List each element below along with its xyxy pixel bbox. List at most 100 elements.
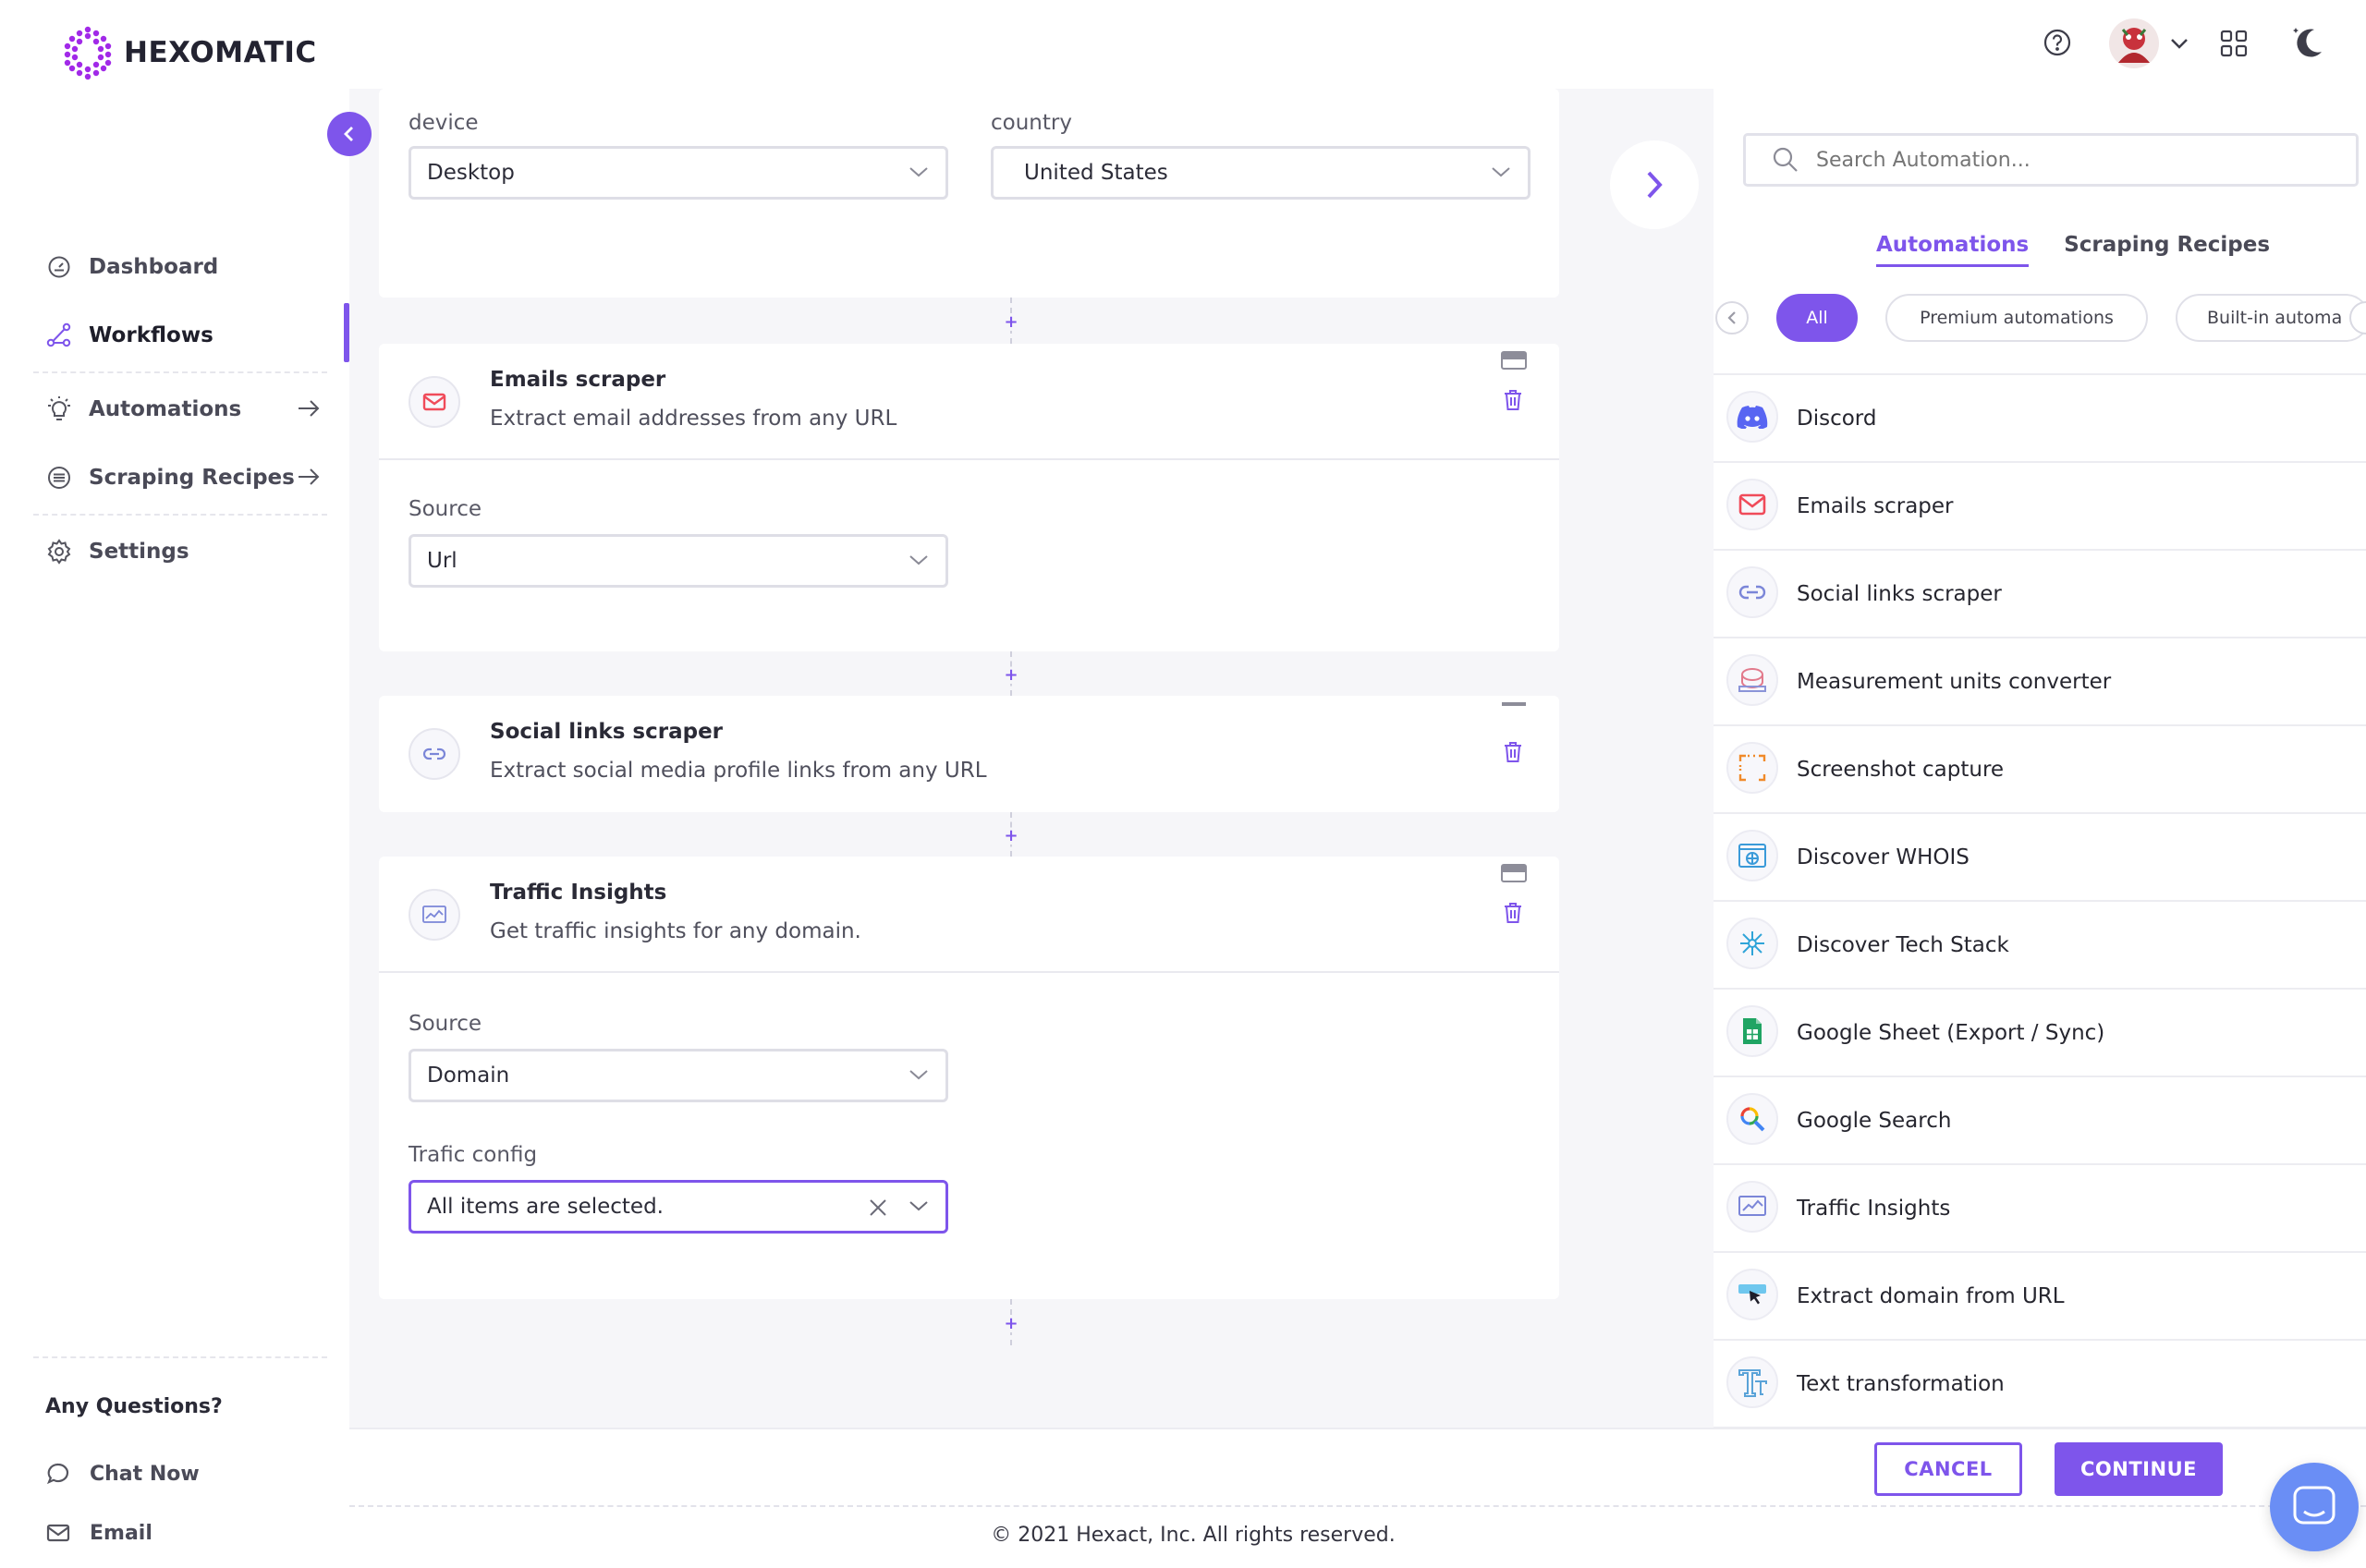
list-item[interactable]: Text transformation (1714, 1341, 2366, 1428)
avatar[interactable] (2109, 18, 2159, 68)
list-item-label: Text transformation (1797, 1371, 2005, 1396)
minimize-icon[interactable] (1501, 701, 1527, 707)
lightbulb-icon (46, 396, 72, 422)
device-select[interactable]: Desktop (409, 146, 948, 200)
emails-scraper-header: Emails scraper Extract email addresses f… (379, 344, 1559, 460)
list-item[interactable]: Social links scraper (1714, 551, 2366, 638)
sidebar-item-label: Dashboard (89, 255, 219, 279)
sidebar-nav: Dashboard Workflows Automations Scraping… (33, 233, 327, 586)
minimize-icon[interactable] (1501, 351, 1527, 370)
clear-icon[interactable] (868, 1197, 888, 1218)
list-item[interactable]: Extract domain from URL (1714, 1253, 2366, 1341)
google-search-icon (1726, 1093, 1778, 1145)
list-item[interactable]: Google Sheet (Export / Sync) (1714, 990, 2366, 1077)
tab-scraping-recipes[interactable]: Scraping Recipes (2064, 233, 2270, 267)
traffic-chart-icon (409, 889, 460, 941)
list-item-label: Discord (1797, 406, 1877, 431)
continue-button[interactable]: CONTINUE (2055, 1442, 2223, 1496)
chips-scroll-left-button[interactable] (1715, 301, 1749, 334)
top-bar (349, 0, 2366, 89)
country-select[interactable]: United States (991, 146, 1531, 200)
chat-now-link[interactable]: Chat Now (45, 1444, 327, 1503)
dark-mode-icon[interactable] (2287, 22, 2327, 63)
list-item-label: Screenshot capture (1797, 757, 2005, 782)
chip-premium-automations[interactable]: Premium automations (1885, 294, 2148, 342)
chevron-left-icon (1727, 311, 1736, 324)
filter-chips: All Premium automations Built-in automa (1714, 292, 2366, 344)
dashboard-icon (46, 254, 72, 280)
country-label: country (991, 111, 1072, 135)
help-icon[interactable] (2043, 28, 2072, 57)
nav-divider (33, 514, 327, 516)
list-item[interactable]: Measurement units converter (1714, 638, 2366, 726)
list-item[interactable]: Emails scraper (1714, 463, 2366, 551)
traffic-chart-icon (1726, 1181, 1778, 1233)
trash-icon[interactable] (1503, 740, 1523, 764)
list-item[interactable]: Screenshot capture (1714, 726, 2366, 814)
chevron-down-icon (1492, 167, 1510, 177)
chevron-left-icon (344, 127, 353, 141)
nav-divider (33, 371, 327, 373)
hexomatic-logo[interactable]: HEXOMATIC (59, 24, 317, 81)
traffic-insights-desc: Get traffic insights for any domain. (490, 919, 861, 943)
add-step-button[interactable]: + (1003, 314, 1019, 331)
footer: © 2021 Hexact, Inc. All rights reserved. (349, 1505, 2366, 1568)
chat-now-label: Chat Now (90, 1462, 200, 1486)
add-step-button[interactable]: + (1003, 667, 1019, 684)
chip-built-in-automations[interactable]: Built-in automa (2176, 294, 2366, 342)
settings-card: device Desktop country United States (379, 89, 1559, 298)
sidebar-item-settings[interactable]: Settings (33, 517, 327, 586)
traffic-insights-header: Traffic Insights Get traffic insights fo… (379, 857, 1559, 973)
cancel-button[interactable]: CANCEL (1874, 1442, 2022, 1496)
trash-icon[interactable] (1503, 901, 1523, 925)
chip-all[interactable]: All (1776, 294, 1858, 342)
sidebar-item-workflows[interactable]: Workflows (33, 301, 327, 370)
list-item[interactable]: Google Search (1714, 1077, 2366, 1165)
list-item[interactable]: Discover WHOIS (1714, 814, 2366, 902)
list-item-label: Discover WHOIS (1797, 845, 1970, 869)
measuring-tape-icon (1726, 654, 1778, 706)
automation-list: Discord Emails scraper Social links scra… (1714, 373, 2366, 1428)
apps-grid-icon[interactable] (2220, 30, 2248, 57)
device-value: Desktop (427, 161, 515, 185)
chevron-down-icon[interactable] (2170, 37, 2189, 50)
source-select[interactable]: Url (409, 534, 948, 588)
device-label: device (409, 111, 479, 135)
collapse-sidebar-button[interactable] (327, 112, 372, 156)
list-item-label: Social links scraper (1797, 581, 2002, 606)
list-item[interactable]: Traffic Insights (1714, 1165, 2366, 1253)
next-step-button[interactable] (1610, 140, 1699, 229)
social-links-title: Social links scraper (490, 720, 724, 744)
tab-automations[interactable]: Automations (1876, 233, 2030, 267)
search-automation-input[interactable] (1816, 148, 2315, 172)
sidebar-item-scraping-recipes[interactable]: Scraping Recipes (33, 444, 327, 512)
sidebar-item-dashboard[interactable]: Dashboard (33, 233, 327, 301)
workflows-icon (46, 322, 72, 348)
chevron-down-icon (909, 555, 928, 565)
sidebar-item-label: Automations (89, 397, 242, 421)
social-links-header: Social links scraper Extract social medi… (379, 696, 1559, 812)
social-links-card: Social links scraper Extract social medi… (379, 696, 1559, 812)
email-link[interactable]: Email (45, 1503, 327, 1562)
list-item-label: Google Search (1797, 1108, 1952, 1133)
chevron-down-icon (909, 167, 928, 177)
minimize-icon[interactable] (1501, 864, 1527, 882)
sidebar-item-automations[interactable]: Automations (33, 375, 327, 444)
whois-icon (1726, 830, 1778, 881)
source-select[interactable]: Domain (409, 1049, 948, 1102)
discord-icon (1726, 391, 1778, 443)
list-item[interactable]: Discover Tech Stack (1714, 902, 2366, 990)
gear-icon (46, 539, 72, 565)
brand-name: HEXOMATIC (124, 36, 317, 69)
add-step-button[interactable]: + (1003, 828, 1019, 845)
arrow-right-icon (299, 468, 320, 485)
trash-icon[interactable] (1503, 388, 1523, 412)
chat-widget-button[interactable] (2270, 1463, 2359, 1551)
copyright-text: © 2021 Hexact, Inc. All rights reserved. (991, 1524, 1396, 1547)
list-item[interactable]: Discord (1714, 375, 2366, 463)
search-automation-field[interactable] (1743, 133, 2359, 187)
add-step-button[interactable]: + (1003, 1316, 1019, 1332)
trafic-config-select[interactable]: All items are selected. (409, 1180, 948, 1234)
list-item-label: Google Sheet (Export / Sync) (1797, 1020, 2105, 1045)
chevron-down-icon (909, 1201, 928, 1211)
